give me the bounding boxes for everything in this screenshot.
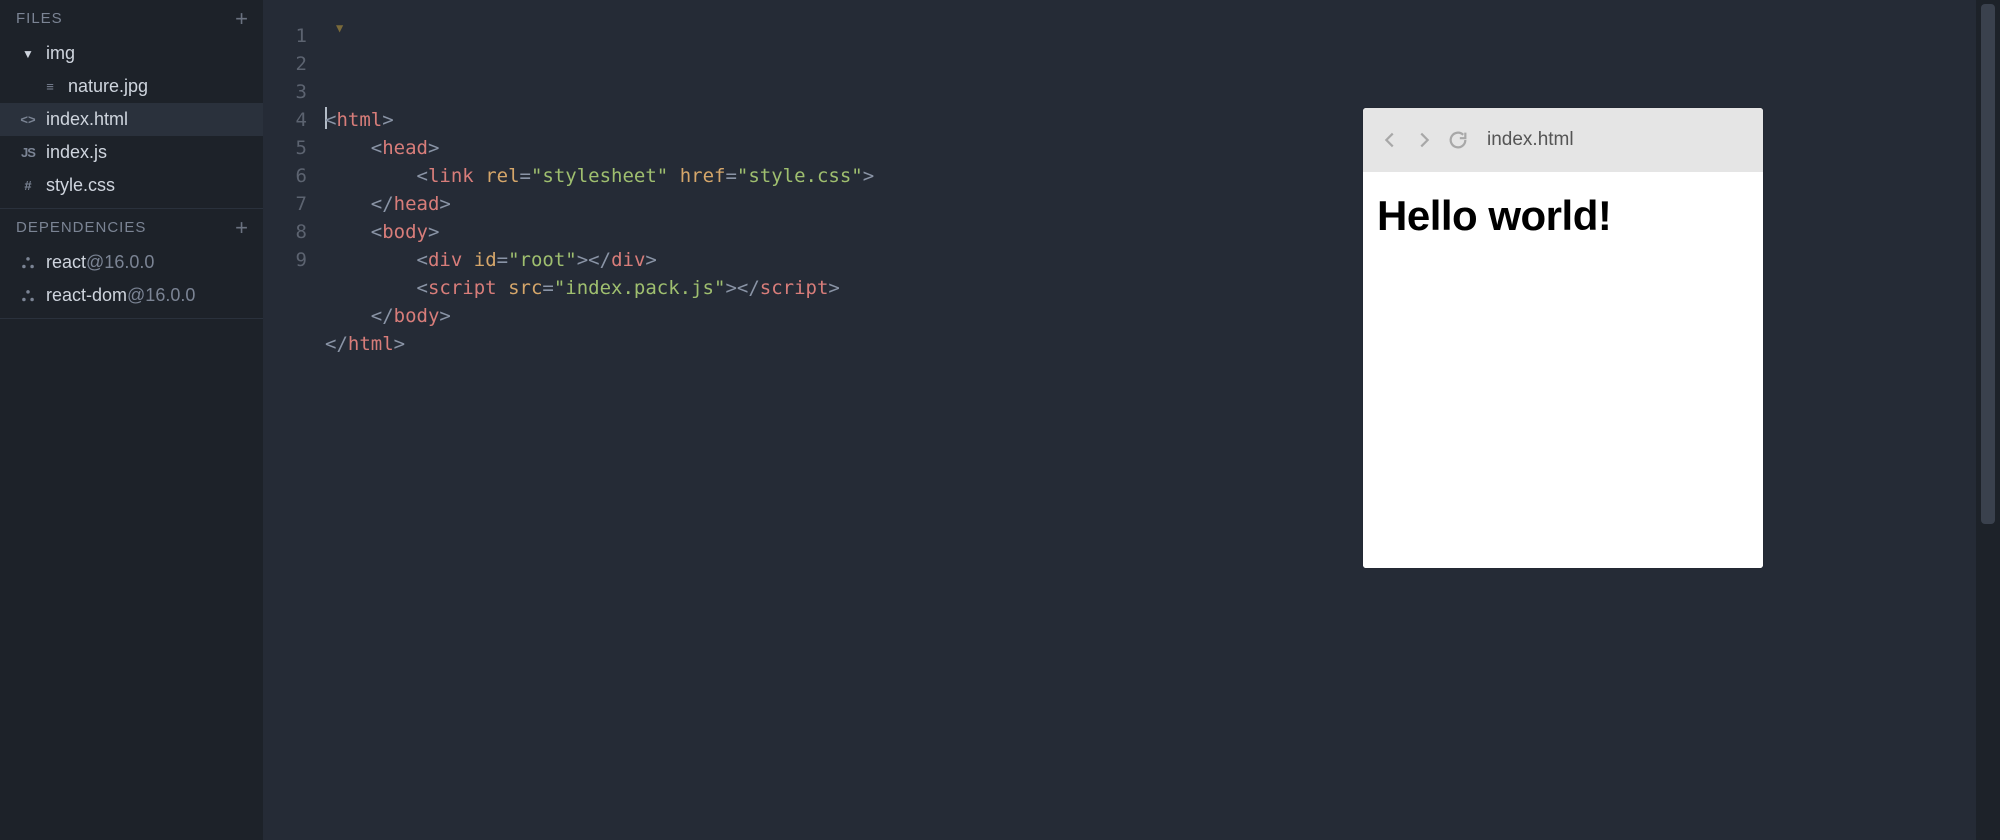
- line-number: 3: [263, 78, 325, 106]
- editor: 123456789 ▼ <html> <head> <link rel="sty…: [263, 0, 1976, 840]
- package-icon: [20, 289, 36, 303]
- file-list: ≡ nature.jpg <> index.html JS index.js # style.…: [0, 70, 263, 202]
- folder-img[interactable]: ▼ img: [0, 37, 263, 70]
- deps-section-label: DEPENDENCIES: [16, 219, 146, 236]
- html-icon: <>: [20, 112, 36, 127]
- line-number: 1: [263, 22, 325, 50]
- preview-heading: Hello world!: [1377, 192, 1749, 240]
- file-item-nature-jpg[interactable]: ≡ nature.jpg: [0, 70, 263, 103]
- line-number: 7: [263, 190, 325, 218]
- sidebar-separator-2: [0, 318, 263, 319]
- file-icon: ≡: [42, 79, 58, 94]
- line-number: 5: [263, 134, 325, 162]
- preview-toolbar: index.html: [1363, 108, 1763, 172]
- file-label: index.html: [46, 109, 128, 130]
- preview-browser: index.html Hello world!: [1363, 108, 1763, 568]
- add-dep-button[interactable]: +: [235, 220, 249, 236]
- dep-label: react-dom@16.0.0: [46, 285, 195, 306]
- file-item-index-js[interactable]: JS index.js: [0, 136, 263, 169]
- dep-label: react@16.0.0: [46, 252, 154, 273]
- line-number: 2: [263, 50, 325, 78]
- line-number: 9: [263, 246, 325, 274]
- dep-item-react-dom[interactable]: react-dom@16.0.0: [0, 279, 263, 312]
- preview-title: index.html: [1487, 129, 1574, 151]
- preview-body: Hello world!: [1363, 172, 1763, 568]
- scrollbar-track[interactable]: [1976, 0, 2000, 840]
- dep-item-react[interactable]: react@16.0.0: [0, 246, 263, 279]
- fold-marker-icon[interactable]: ▼: [336, 14, 343, 42]
- folder-collapse-icon: ▼: [20, 47, 36, 61]
- files-section-label: FILES: [16, 10, 63, 27]
- line-number: 6: [263, 162, 325, 190]
- file-item-index-html[interactable]: <> index.html: [0, 103, 263, 136]
- add-file-button[interactable]: +: [235, 11, 249, 27]
- file-item-style-css[interactable]: # style.css: [0, 169, 263, 202]
- preview-back-button[interactable]: [1379, 129, 1401, 151]
- scrollbar-thumb[interactable]: [1981, 4, 1995, 524]
- deps-section-header: DEPENDENCIES +: [0, 209, 263, 246]
- folder-label: img: [46, 43, 75, 64]
- package-icon: [20, 256, 36, 270]
- sidebar: FILES + ▼ img ≡ nature.jpg <> index.html JS i…: [0, 0, 263, 840]
- files-section-header: FILES +: [0, 0, 263, 37]
- line-gutter: 123456789: [263, 0, 325, 840]
- file-label: style.css: [46, 175, 115, 196]
- file-label: nature.jpg: [68, 76, 148, 97]
- file-label: index.js: [46, 142, 107, 163]
- dep-list: react@16.0.0 react-dom@16.0.0: [0, 246, 263, 312]
- line-number: 4: [263, 106, 325, 134]
- preview-forward-button[interactable]: [1413, 129, 1435, 151]
- js-icon: JS: [20, 145, 36, 160]
- hash-icon: #: [20, 178, 36, 193]
- line-number: 8: [263, 218, 325, 246]
- preview-reload-button[interactable]: [1447, 129, 1469, 151]
